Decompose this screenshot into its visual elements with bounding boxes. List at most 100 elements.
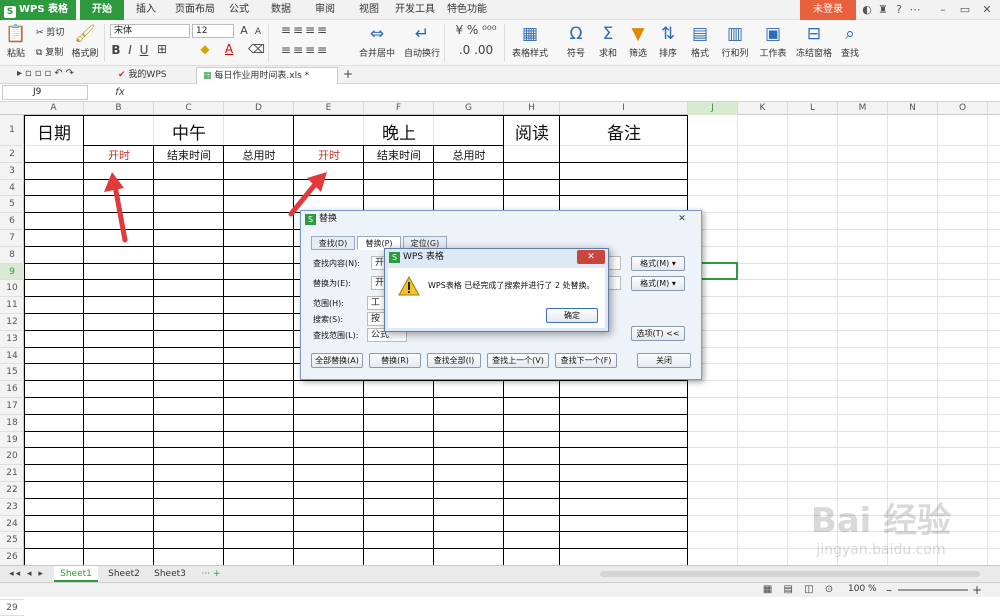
column-header-a[interactable]: A [24,102,84,115]
row-header-21[interactable]: 21 [0,465,24,482]
row-header-14[interactable]: 14 [0,348,24,365]
close-icon[interactable]: ✕ [673,213,691,225]
bold-button[interactable]: B [110,43,122,57]
number-format-icon[interactable]: ¥ % ⁰⁰⁰ [450,23,502,37]
quick-access-icons[interactable]: ▸▫▫▫↶↷ [4,67,90,81]
row-header-8[interactable]: 8 [0,247,24,264]
column-header-c[interactable]: C [154,102,224,115]
font-color-icon[interactable]: A [222,42,236,56]
symbol-button[interactable]: Ω 符号 [562,24,590,59]
options-button[interactable]: 选项(T) << [631,326,685,341]
row-header-2[interactable]: 2 [0,146,24,163]
decrease-font-icon[interactable]: A [252,25,264,39]
find-all-button[interactable]: 查找全部(I) [427,353,481,368]
format-button[interactable]: ▤ 格式 [686,24,714,59]
fx-icon[interactable]: fx [112,86,128,100]
column-header-k[interactable]: K [738,102,788,115]
border-icon[interactable]: ⊞ [154,42,170,56]
ok-button[interactable]: 确定 [546,308,598,323]
column-header-m[interactable]: M [838,102,888,115]
row-header-22[interactable]: 22 [0,482,24,499]
column-header-f[interactable]: F [364,102,434,115]
align-bottom-row-icon[interactable]: ≡≡≡≡ [274,43,336,57]
maximize-icon[interactable]: ▭ [958,3,972,17]
view-mode-icons[interactable]: ▦ ▤ ◫ ⊙ [760,583,840,597]
row-header-16[interactable]: 16 [0,381,24,398]
shirt-icon[interactable]: ♜ [876,3,890,17]
row-header-12[interactable]: 12 [0,314,24,331]
tab-home[interactable]: 开始 [80,0,124,20]
add-sheet-icon[interactable]: ··· + [196,566,226,582]
row-header-19[interactable]: 19 [0,432,24,449]
tab-view[interactable]: 视图 [354,0,384,20]
horizontal-scrollbar[interactable] [600,571,980,577]
paste-button[interactable]: 📋 粘贴 [2,24,30,59]
tab-document[interactable]: ▦ 每日作业用时间表.xls * [196,67,338,84]
sum-button[interactable]: Σ 求和 [594,24,622,59]
column-header-n[interactable]: N [888,102,938,115]
format-button-1[interactable]: 格式(M) ▾ [631,256,685,271]
row-header-17[interactable]: 17 [0,398,24,415]
replace-button[interactable]: 替换(R) [369,353,421,368]
sheet-tab-2[interactable]: Sheet2 [102,566,146,582]
copy-button[interactable]: ⧉ 复制 [36,45,63,58]
row-header-18[interactable]: 18 [0,415,24,432]
row-header-1[interactable]: 1 [0,115,24,146]
skin-icon[interactable]: ◐ [860,3,874,17]
row-header-13[interactable]: 13 [0,331,24,348]
row-header-20[interactable]: 20 [0,448,24,466]
row-header-6[interactable]: 6 [0,213,24,230]
table-style-button[interactable]: ▦ 表格样式 [508,24,552,59]
row-header-5[interactable]: 5 [0,196,24,214]
row-header-25[interactable]: 25 [0,532,24,550]
row-header-11[interactable]: 11 [0,297,24,314]
align-top-row-icon[interactable]: ≡≡≡≡ [274,23,336,37]
tab-formula[interactable]: 公式 [224,0,254,20]
freeze-panes-button[interactable]: ⊟ 冻结窗格 [794,24,834,59]
row-header-26[interactable]: 26 [0,549,24,566]
zoom-out-icon[interactable]: – [884,583,894,597]
font-family-select[interactable]: 宋体 [110,24,190,38]
row-header-29[interactable]: 29 [0,600,24,616]
underline-button[interactable]: U [138,43,150,57]
find-previous-button[interactable]: 查找上一个(V) [487,353,549,368]
row-header-15[interactable]: 15 [0,364,24,382]
font-size-select[interactable]: 12 [192,24,234,38]
column-header-b[interactable]: B [84,102,154,115]
format-button-2[interactable]: 格式(M) ▾ [631,276,685,291]
row-header-9[interactable]: 9 [0,263,24,281]
zoom-in-icon[interactable]: + [972,583,982,597]
row-header-10[interactable]: 10 [0,280,24,298]
row-col-button[interactable]: ▥ 行和列 [718,24,752,59]
clear-format-icon[interactable]: ⌫ [248,42,265,56]
wrap-text-button[interactable]: ↵ 自动换行 [404,24,440,59]
row-header-7[interactable]: 7 [0,230,24,247]
decimal-icon[interactable]: .0 .00 [450,43,502,57]
column-header-h[interactable]: H [504,102,560,115]
column-header-g[interactable]: G [434,102,504,115]
tab-developer[interactable]: 开发工具 [392,0,438,20]
new-tab-icon[interactable]: + [342,67,354,81]
find-next-button[interactable]: 查找下一个(F) [555,353,617,368]
column-header-l[interactable]: L [788,102,838,115]
column-header-e[interactable]: E [294,102,364,115]
tab-features[interactable]: 特色功能 [444,0,490,20]
find-button[interactable]: ⌕ 查找 [836,24,864,59]
cut-button[interactable]: ✂ 剪切 [36,25,64,38]
worksheet-button[interactable]: ▣ 工作表 [756,24,790,59]
zoom-slider[interactable] [898,589,968,591]
tab-find[interactable]: 查找(D) [311,236,355,250]
sheet-tab-3[interactable]: Sheet3 [148,566,192,582]
tab-data[interactable]: 数据 [266,0,296,20]
column-header-d[interactable]: D [224,102,294,115]
filter-button[interactable]: ▼ 筛选 [624,24,652,59]
column-header-o[interactable]: O [938,102,988,115]
close-icon[interactable]: ✕ [577,250,605,264]
tab-my-wps[interactable]: ✔ 我的WPS [112,67,172,84]
app-menu-button[interactable]: SWPS 表格 ▾ [0,0,76,35]
merge-center-button[interactable]: ⇔ 合并居中 [354,24,400,59]
help-icon[interactable]: ? [892,3,906,17]
fill-color-icon[interactable]: ◆ [198,42,212,56]
tab-review[interactable]: 审阅 [310,0,340,20]
sort-button[interactable]: ⇅ 排序 [654,24,682,59]
